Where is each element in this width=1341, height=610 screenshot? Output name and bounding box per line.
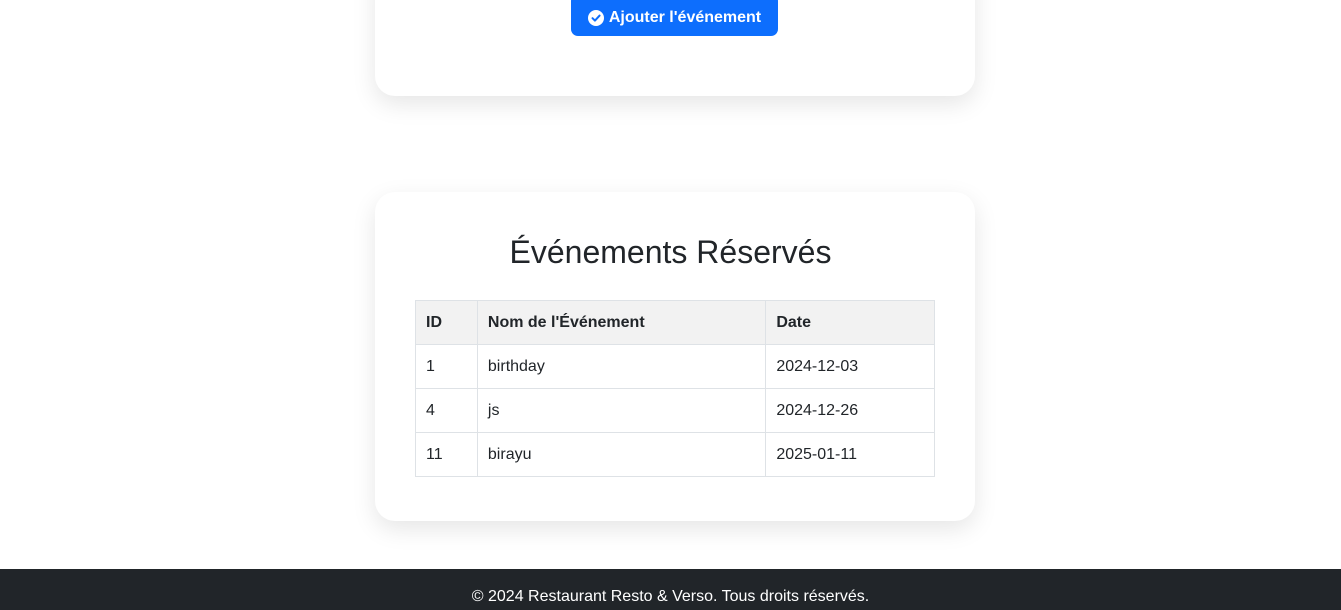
check-circle-icon [587,10,604,26]
column-header-name: Nom de l'Événement [476,300,767,345]
column-header-date: Date [765,300,935,345]
add-event-button[interactable]: Ajouter l'événement [571,0,778,36]
footer-copyright: © 2024 Restaurant Resto & Verso. Tous dr… [471,588,870,605]
event-id-cell: 4 [415,388,478,433]
event-date-cell: 2024-12-26 [765,388,935,433]
site-footer: © 2024 Restaurant Resto & Verso. Tous dr… [0,569,1341,610]
event-name-cell: birthday [476,344,767,389]
reserved-events-title: Événements Réservés [509,234,832,270]
event-id-cell: 1 [415,344,478,389]
event-id-cell: 11 [415,432,478,477]
event-date-cell: 2025-01-11 [765,432,935,477]
table-header-row: ID Nom de l'Événement Date [415,300,935,345]
add-event-button-label: Ajouter l'événement [608,9,762,26]
table-row: 4 js 2024-12-26 [415,388,935,433]
table-row: 1 birthday 2024-12-03 [415,344,935,389]
reserved-events-table: ID Nom de l'Événement Date 1 birthday 20… [415,300,935,477]
event-date-cell: 2024-12-03 [765,344,935,389]
table-row: 11 birayu 2025-01-11 [415,432,935,477]
event-name-cell: birayu [476,432,767,477]
column-header-id: ID [415,300,478,345]
event-name-cell: js [476,388,767,433]
page: Ajouter l'événement Événements Réservés … [0,0,1341,610]
